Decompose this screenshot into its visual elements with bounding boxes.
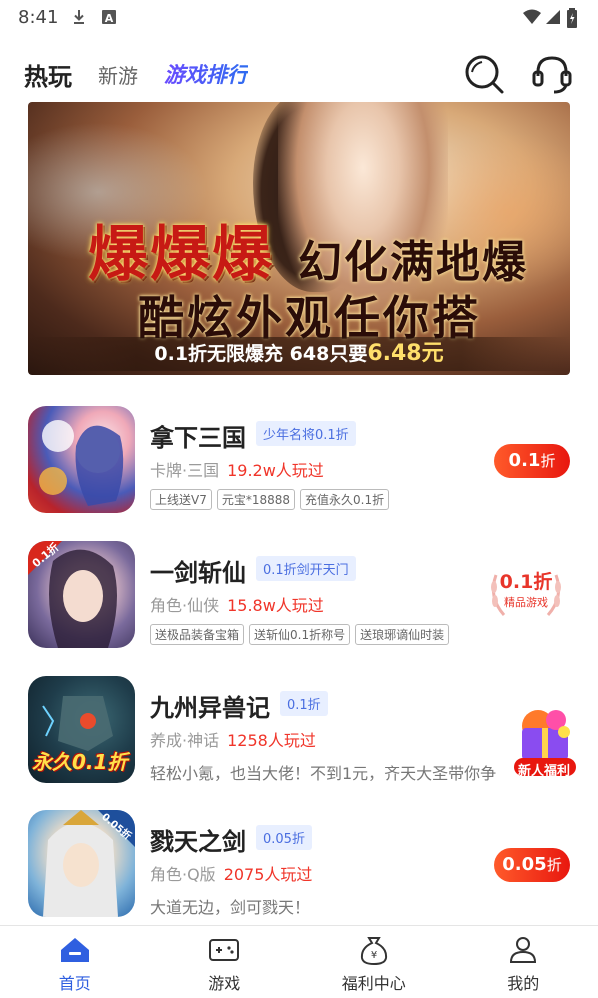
tab-new[interactable]: 新游: [98, 60, 138, 89]
svg-text:A: A: [105, 12, 114, 25]
game-genre: 角色·仙侠: [150, 596, 220, 615]
home-icon: [60, 938, 89, 962]
nav-label: 我的: [507, 974, 540, 993]
game-desc: 大道无边，剑可戮天！: [150, 898, 311, 917]
game-plays: 19.2w人玩过: [227, 461, 324, 480]
nav-label: 福利中心: [341, 974, 406, 993]
discount-unit: 折: [540, 452, 556, 470]
discount-unit: 折: [546, 856, 562, 874]
nav-label: 首页: [58, 974, 91, 993]
search-icon[interactable]: [462, 52, 506, 96]
game-genre: 卡牌·三国: [150, 461, 220, 480]
nav-welfare[interactable]: ¥ 福利中心: [299, 926, 449, 998]
game-icon-3[interactable]: 永久0.1折: [28, 676, 135, 783]
bottom-nav: 首页 游戏 ¥ 福利中心 我的: [0, 925, 598, 998]
game-tag: 0.1折: [280, 691, 328, 716]
game-chips: 送极品装备宝箱 送斩仙0.1折称号 送琅琊谪仙时装: [150, 624, 450, 645]
nav-games[interactable]: 游戏: [150, 926, 300, 998]
nav-label: 游戏: [208, 974, 241, 993]
game-icon-1[interactable]: [28, 406, 135, 513]
game-chip: 充值永久0.1折: [300, 489, 390, 510]
game-meta: 角色·Q版 2075人玩过: [150, 861, 312, 885]
discount-value: 0.05: [502, 854, 547, 875]
game-chip: 上线送V7: [150, 489, 212, 510]
money-bag-icon: ¥: [360, 937, 387, 966]
game-desc: 轻松小氪，也当大佬！不到1元，齐天大圣带你争: [150, 764, 497, 783]
discount-laurel-badge[interactable]: 0.1折 精品游戏: [486, 567, 566, 621]
discount-value: 0.1: [508, 450, 541, 471]
game-genre: 角色·Q版: [150, 865, 216, 884]
wifi-icon: [522, 8, 541, 26]
game-meta: 卡牌·三国 19.2w人玩过: [150, 457, 324, 481]
battery-icon: [566, 8, 584, 28]
signal-icon: [544, 8, 562, 26]
game-meta: 养成·神话 1258人玩过: [150, 727, 316, 751]
discount-button[interactable]: 0.1折: [494, 444, 570, 478]
tab-hot[interactable]: 热玩: [24, 57, 72, 92]
game-genre: 养成·神话: [150, 731, 220, 750]
promo-banner[interactable]: 爆爆爆 幻化满地爆 酷炫外观任你搭 0.1折无限爆充 648只要6.48元: [28, 102, 570, 375]
discount-value: 0.1折: [499, 571, 553, 593]
game-icon-caption: 永久0.1折: [32, 750, 128, 774]
game-icon-2[interactable]: 0.1折: [28, 541, 135, 648]
tab-ranking[interactable]: 游戏排行: [164, 59, 248, 89]
game-chip: 送琅琊谪仙时装: [355, 624, 450, 645]
game-chip: 送极品装备宝箱: [150, 624, 245, 645]
gift-label: 新人福利: [518, 764, 571, 779]
nav-profile[interactable]: 我的: [449, 926, 598, 998]
game-meta: 角色·仙侠 15.8w人玩过: [150, 592, 324, 616]
list-item-game-4[interactable]: 0.05折 戮天之剑 0.05折 角色·Q版 2075人玩过 大道无边，剑可戮天！…: [28, 810, 570, 920]
discount-sub: 精品游戏: [504, 596, 548, 609]
game-tag: 少年名将0.1折: [256, 421, 356, 446]
game-name: 九州异兽记: [150, 694, 270, 722]
game-chip: 送斩仙0.1折称号: [249, 624, 351, 645]
customer-service-icon[interactable]: [530, 52, 574, 96]
list-item-game-2[interactable]: 0.1折 一剑斩仙 0.1折剑开天门 角色·仙侠 15.8w人玩过 送极品装备宝箱…: [28, 541, 570, 651]
game-name: 一剑斩仙: [150, 559, 246, 587]
discount-button[interactable]: 0.05折: [494, 848, 570, 882]
status-time: 8:41: [18, 6, 59, 28]
status-bar: 8:41 A: [0, 0, 598, 34]
list-item-game-3[interactable]: 永久0.1折 九州异兽记 0.1折 养成·神话 1258人玩过 轻松小氪，也当大佬…: [28, 676, 570, 786]
top-header: 热玩 新游 游戏排行: [0, 44, 598, 104]
banner-headline-b: 幻化满地爆: [298, 237, 528, 288]
game-icon-4[interactable]: 0.05折: [28, 810, 135, 917]
game-tag: 0.05折: [256, 825, 312, 850]
banner-promo-line: 0.1折无限爆充 648只要6.48元: [28, 337, 570, 371]
game-tag: 0.1折剑开天门: [256, 556, 356, 581]
game-chip: 元宝*18888: [216, 489, 296, 510]
game-plays: 1258人玩过: [227, 731, 316, 750]
game-chips: 上线送V7 元宝*18888 充值永久0.1折: [150, 489, 390, 510]
banner-promo-mid: 无限爆充 648只要: [207, 343, 368, 365]
banner-promo-prefix: 0.1折: [154, 343, 208, 365]
newcomer-gift-float[interactable]: 新人福利: [512, 706, 578, 779]
game-plays: 15.8w人玩过: [227, 596, 324, 615]
download-icon: [70, 8, 88, 26]
keyboard-a-icon: A: [100, 8, 118, 26]
game-plays: 2075人玩过: [223, 865, 313, 884]
svg-text:¥: ¥: [371, 950, 377, 961]
game-name: 戮天之剑: [150, 828, 246, 856]
gamepad-icon: [209, 939, 240, 961]
banner-headline-a: 爆爆爆: [88, 220, 274, 290]
user-icon: [510, 937, 537, 963]
list-item-game-1[interactable]: 拿下三国 少年名将0.1折 卡牌·三国 19.2w人玩过 上线送V7 元宝*188…: [28, 406, 570, 516]
nav-home[interactable]: 首页: [0, 926, 150, 998]
game-name: 拿下三国: [150, 424, 246, 452]
banner-promo-price: 6.48元: [367, 341, 444, 366]
